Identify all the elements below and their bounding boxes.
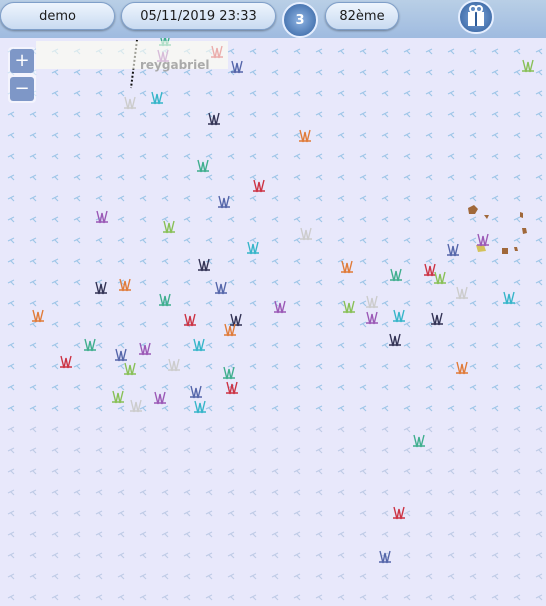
gift-icon-glyph bbox=[468, 5, 484, 26]
wind-map[interactable] bbox=[0, 0, 546, 606]
user-button[interactable]: demo bbox=[0, 2, 115, 30]
zoom-control: + − bbox=[8, 47, 36, 103]
zoom-out-button[interactable]: − bbox=[10, 77, 34, 101]
gift-icon[interactable] bbox=[458, 0, 494, 34]
speed-value: 3 bbox=[295, 12, 305, 28]
player-boat-label: reygabriel bbox=[140, 58, 210, 72]
top-toolbar: demo 05/11/2019 23:33 3 82ème bbox=[0, 0, 546, 38]
zoom-in-button[interactable]: + bbox=[10, 49, 34, 73]
island bbox=[502, 248, 508, 254]
datetime-button[interactable]: 05/11/2019 23:33 bbox=[121, 2, 276, 30]
speed-dial-button[interactable]: 3 bbox=[282, 2, 318, 38]
rank-button[interactable]: 82ème bbox=[325, 2, 399, 30]
island bbox=[520, 212, 523, 218]
